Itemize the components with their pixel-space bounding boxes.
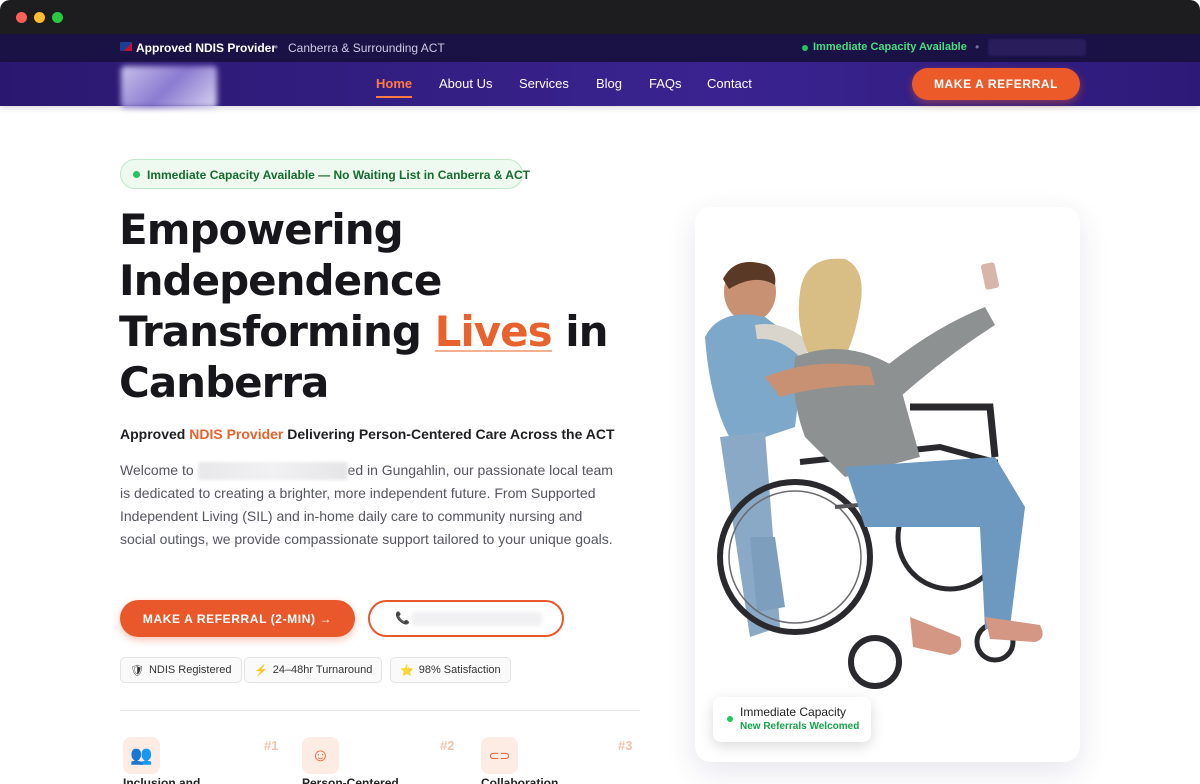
- maximize-window-icon[interactable]: [52, 12, 63, 23]
- nav-faqs[interactable]: FAQs: [649, 76, 682, 91]
- nav-about-us[interactable]: About Us: [439, 76, 492, 91]
- headline-highlight: Lives: [434, 307, 553, 356]
- headline-line-4: Canberra: [119, 358, 329, 407]
- site-logo[interactable]: [121, 66, 217, 108]
- badge-label: 98% Satisfaction: [418, 664, 501, 676]
- badge-ndis-registered: 🛡 NDIS Registered: [120, 657, 242, 683]
- feature-title: Collaboration: [481, 776, 559, 784]
- make-referral-2min-button[interactable]: MAKE A REFERRAL (2-MIN) →: [120, 600, 355, 637]
- capacity-pill-text: Immediate Capacity Available — No Waitin…: [147, 168, 530, 182]
- redacted-phone-number: [412, 612, 542, 626]
- feature-number: #3: [618, 738, 633, 753]
- status-dot-icon: [133, 171, 140, 178]
- feature-title: Person-Centered: [302, 776, 399, 784]
- badge-label: NDIS Registered: [148, 664, 232, 676]
- badge-label: 24–48hr Turnaround: [272, 664, 373, 676]
- separator-dot: •: [975, 40, 980, 54]
- redacted-company-name: [197, 462, 348, 481]
- hero-subheading: Approved NDIS Provider Delivering Person…: [120, 426, 615, 442]
- smile-icon: ☺: [302, 737, 339, 774]
- redacted-phone-link[interactable]: [988, 39, 1086, 56]
- nav-contact[interactable]: Contact: [707, 76, 752, 91]
- section-divider: [120, 710, 640, 711]
- shield-icon: 🛡: [130, 664, 144, 677]
- subhead-post: Delivering Person-Centered Care Across t…: [283, 426, 615, 442]
- status-dot-icon: [727, 716, 733, 722]
- browser-titlebar: [0, 0, 1200, 34]
- nav-home[interactable]: Home: [376, 76, 413, 98]
- headline-line-2: Independence: [119, 256, 442, 305]
- capacity-card: Immediate Capacity New Referrals Welcome…: [713, 697, 871, 742]
- badge-satisfaction: ⭐ 98% Satisfaction: [390, 657, 511, 683]
- hero-photo: [705, 258, 1043, 689]
- feature-number: #1: [264, 738, 279, 753]
- woman-figure: [793, 258, 1043, 655]
- status-dot-icon: [802, 45, 808, 51]
- capacity-pill: Immediate Capacity Available — No Waitin…: [120, 159, 530, 189]
- australia-flag-icon: [120, 42, 132, 51]
- feature-title: Inclusion and: [123, 776, 201, 784]
- call-phone-button[interactable]: 📞: [368, 600, 564, 637]
- top-info-bar: Approved NDIS Provider • Canberra & Surr…: [0, 34, 1200, 62]
- close-window-icon[interactable]: [16, 12, 27, 23]
- lightning-icon: ⚡: [254, 664, 268, 677]
- capacity-card-title: Immediate Capacity: [740, 705, 847, 719]
- phone-icon: 📞: [395, 611, 410, 625]
- region-text: Canberra & Surrounding ACT: [288, 41, 445, 55]
- users-icon: 👥: [123, 737, 160, 774]
- capacity-card-subtitle: New Referrals Welcomed: [740, 721, 860, 732]
- hero-description: Welcome to ed in Gungahlin, our passiona…: [120, 459, 620, 551]
- separator-dot: •: [274, 40, 279, 54]
- hero-image-card: [695, 207, 1080, 762]
- make-referral-button[interactable]: MAKE A REFERRAL: [912, 68, 1080, 100]
- subhead-pre: Approved: [120, 426, 190, 442]
- capacity-status-text: Immediate Capacity Available: [813, 41, 967, 53]
- link-icon: ⊂⊃: [481, 737, 518, 774]
- badge-turnaround: ⚡ 24–48hr Turnaround: [244, 657, 383, 683]
- para-pre: Welcome to: [120, 462, 198, 478]
- minimize-window-icon[interactable]: [34, 12, 45, 23]
- feature-number: #2: [440, 738, 455, 753]
- nav-blog[interactable]: Blog: [596, 76, 622, 91]
- approved-provider-text: Approved NDIS Provider: [136, 41, 277, 55]
- headline-line-3-pre: Transforming: [119, 307, 435, 356]
- page-title: Empowering Independence Transforming Liv…: [119, 204, 679, 408]
- headline-line-3-post: in: [551, 307, 608, 356]
- headline-line-1: Empowering: [119, 205, 404, 254]
- nav-services[interactable]: Services: [519, 76, 569, 91]
- star-icon: ⭐: [400, 664, 414, 677]
- subhead-accent: NDIS Provider: [189, 426, 284, 442]
